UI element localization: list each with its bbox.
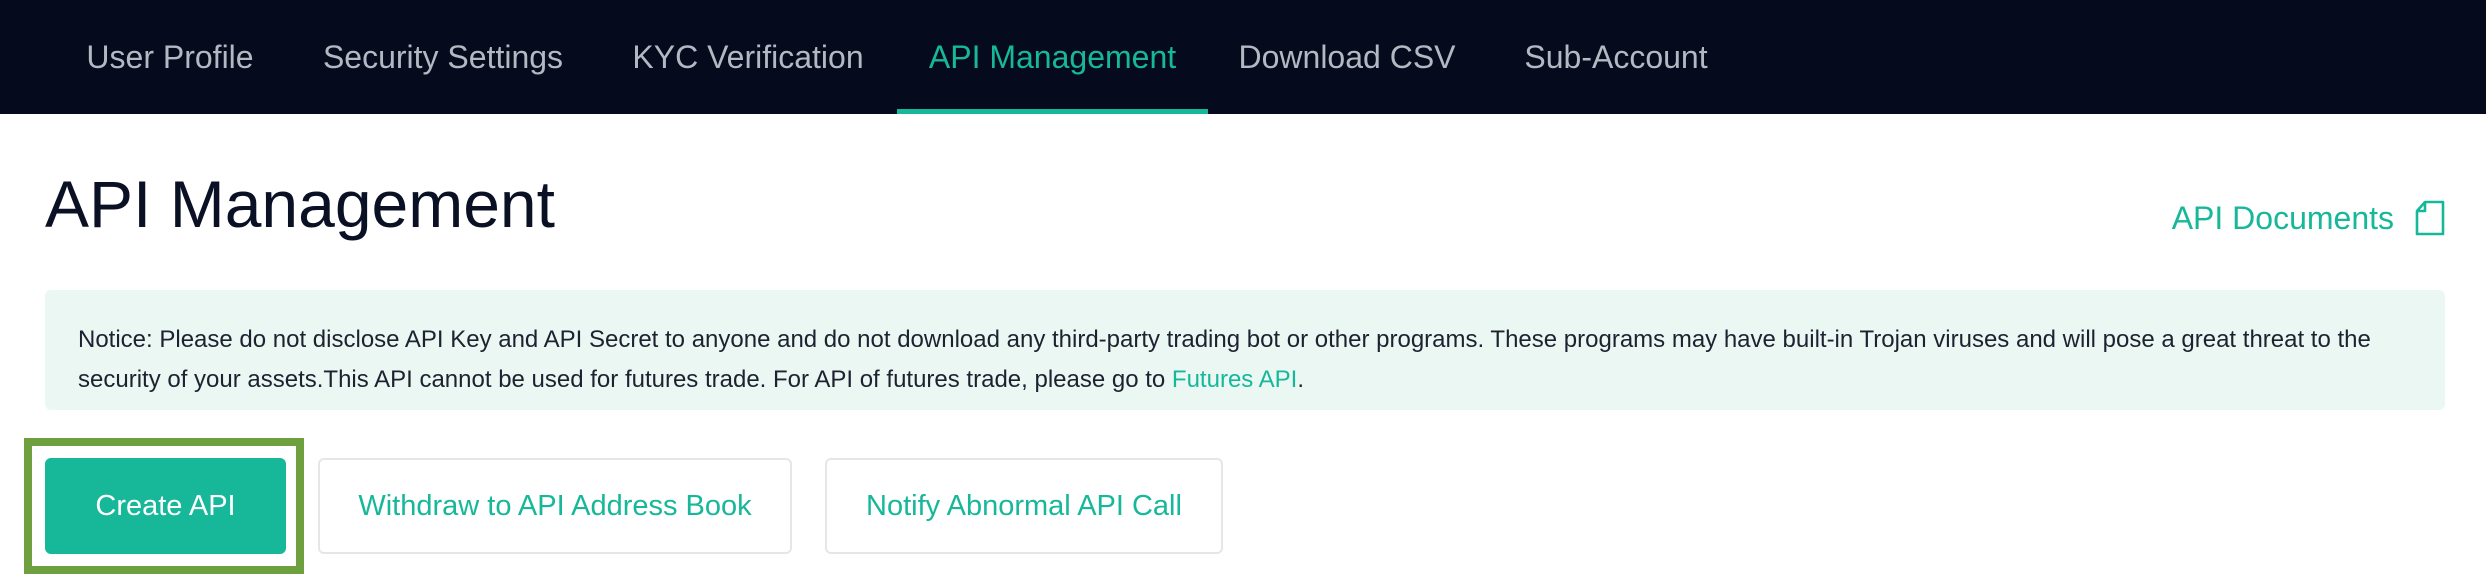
notice-suffix: . (1297, 366, 1304, 393)
tab-label: KYC Verification (632, 38, 864, 75)
notify-abnormal-api-call-button[interactable]: Notify Abnormal API Call (825, 458, 1223, 554)
tab-label: User Profile (86, 38, 254, 75)
tab-user-profile[interactable]: User Profile (60, 0, 280, 114)
tab-security-settings[interactable]: Security Settings (300, 0, 586, 114)
tab-label: Download CSV (1238, 38, 1456, 75)
tab-label: Sub-Account (1524, 38, 1708, 75)
create-api-button[interactable]: Create API (45, 458, 286, 554)
futures-api-link[interactable]: Futures API (1172, 366, 1297, 393)
notify-label: Notify Abnormal API Call (866, 489, 1182, 522)
tab-download-csv[interactable]: Download CSV (1220, 0, 1474, 114)
create-api-label: Create API (95, 489, 236, 522)
withdraw-label: Withdraw to API Address Book (358, 489, 752, 522)
notice-box: Notice: Please do not disclose API Key a… (45, 290, 2445, 410)
tab-label: Security Settings (322, 38, 564, 75)
tab-label: API Management (928, 38, 1177, 75)
api-documents-label: API Documents (2171, 199, 2394, 236)
page-title: API Management (45, 167, 555, 241)
document-icon (2414, 200, 2446, 236)
api-documents-link[interactable]: API Documents (2172, 192, 2446, 244)
top-navigation: User Profile Security Settings KYC Verif… (0, 0, 2486, 114)
active-tab-indicator (897, 109, 1208, 114)
withdraw-to-api-address-book-button[interactable]: Withdraw to API Address Book (318, 458, 792, 554)
tab-api-management[interactable]: API Management (897, 0, 1208, 114)
tab-sub-account[interactable]: Sub-Account (1500, 0, 1732, 114)
tab-kyc-verification[interactable]: KYC Verification (612, 0, 884, 114)
